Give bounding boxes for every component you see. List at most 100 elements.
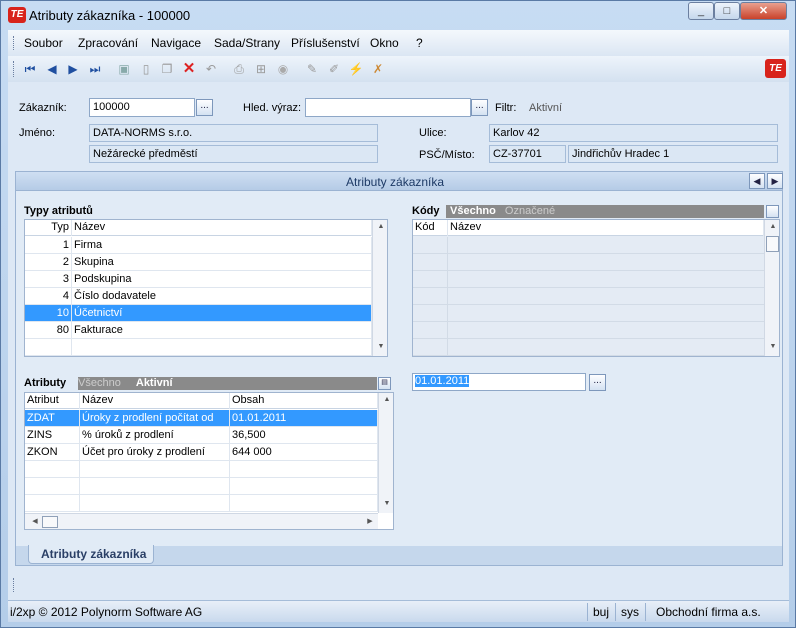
- types-scrollbar[interactable]: ▲ ▼: [372, 220, 387, 356]
- table-row[interactable]: 10 Účetnictví: [25, 305, 372, 322]
- print-icon[interactable]: ⎙: [231, 61, 247, 77]
- table-row[interactable]: ZINS% úroků z prodlení 36,500: [25, 427, 378, 444]
- table-row[interactable]: 4 Číslo dodavatele: [25, 288, 372, 305]
- table-row[interactable]: [25, 478, 378, 495]
- toolbar: ⏮ ◀ ▶ ⏭ ▣ ▯ ❐ ✕ ↶ ⎙ ⊞ ◉ ✎ ✐ ⚡ ✗ TE: [8, 56, 789, 82]
- scroll-up-icon[interactable]: ▲: [373, 220, 387, 234]
- status-separator: [615, 603, 616, 621]
- col-typ[interactable]: Typ: [25, 220, 72, 236]
- codes-scrollbar[interactable]: ▲ ▼: [764, 220, 779, 356]
- attributes-grid: Atribut Název Obsah ZDAT Úroky z prodlení…: [24, 392, 394, 530]
- codes-filter-all[interactable]: Všechno: [450, 205, 496, 217]
- last-record-icon[interactable]: ⏭: [87, 61, 103, 77]
- tree-icon[interactable]: ⊞: [253, 61, 269, 77]
- table-row[interactable]: [413, 339, 764, 356]
- maximize-button[interactable]: □: [714, 2, 740, 20]
- table-row[interactable]: 80 Fakturace: [25, 322, 372, 339]
- minimize-button[interactable]: _: [688, 2, 714, 20]
- menu-bar: Soubor Zpracování Navigace Sada/Strany P…: [8, 30, 789, 56]
- panel-next-icon[interactable]: ▶: [767, 173, 783, 189]
- customer-lookup-button[interactable]: ...: [196, 99, 213, 116]
- pen-icon[interactable]: ✐: [326, 61, 342, 77]
- clear-filter-icon[interactable]: ✗: [370, 61, 386, 77]
- date-value: 01.01.2011: [415, 375, 470, 387]
- cell-atribut: [25, 495, 80, 512]
- cell-nazev: Číslo dodavatele: [72, 288, 372, 305]
- table-row[interactable]: [413, 305, 764, 322]
- menu-zpracovani[interactable]: Zpracování: [78, 36, 138, 50]
- table-row[interactable]: ZKON Účet pro úroky z prodlení 644 000: [25, 444, 378, 461]
- table-row[interactable]: ZDAT Úroky z prodlení počítat od 01.01.201…: [25, 410, 378, 427]
- panel-prev-icon[interactable]: ◀: [749, 173, 765, 189]
- first-record-icon[interactable]: ⏮: [22, 61, 38, 77]
- date-picker-button[interactable]: ...: [589, 374, 606, 391]
- hscroll-thumb[interactable]: [42, 516, 58, 528]
- table-row[interactable]: [413, 237, 764, 254]
- status-bar: i/2xp © 2012 Polynorm Software AG buj sy…: [8, 600, 789, 622]
- brand-logo: TE: [765, 59, 786, 78]
- scroll-down-icon[interactable]: ▼: [373, 340, 387, 354]
- scroll-thumb[interactable]: [766, 236, 779, 252]
- date-input[interactable]: 01.01.2011: [412, 373, 586, 391]
- table-row[interactable]: [25, 461, 378, 478]
- table-row[interactable]: [413, 288, 764, 305]
- previous-record-icon[interactable]: ◀: [44, 61, 60, 77]
- street-field: Karlov 42: [489, 124, 778, 142]
- table-row[interactable]: 2 Skupina: [25, 254, 372, 271]
- filter-icon[interactable]: ⚡: [348, 61, 364, 77]
- scroll-right-icon[interactable]: ▶: [362, 515, 378, 529]
- col-kod[interactable]: Kód: [413, 220, 448, 236]
- save-icon[interactable]: ▣: [116, 61, 132, 77]
- disc-icon[interactable]: ◉: [275, 61, 291, 77]
- cell-nazev: Fakturace: [72, 322, 372, 339]
- close-button[interactable]: ✕: [740, 2, 787, 20]
- tab-label: Atributy zákazníka: [41, 547, 147, 561]
- copy-icon[interactable]: ❐: [159, 61, 175, 77]
- footer-grip: [13, 578, 16, 592]
- attributes-filter-active[interactable]: Aktivní: [136, 377, 173, 389]
- col-atribut[interactable]: Atribut: [25, 393, 80, 409]
- next-record-icon[interactable]: ▶: [65, 61, 81, 77]
- search-lookup-button[interactable]: ...: [471, 99, 488, 116]
- col-attr-nazev[interactable]: Název: [80, 393, 230, 409]
- edit-icon[interactable]: ✎: [304, 61, 320, 77]
- table-row[interactable]: [25, 339, 372, 356]
- table-row[interactable]: [413, 254, 764, 271]
- search-input[interactable]: [305, 98, 471, 117]
- table-row[interactable]: [413, 271, 764, 288]
- customer-input[interactable]: 100000: [89, 98, 195, 117]
- table-row[interactable]: 1 Firma: [25, 237, 372, 254]
- attributes-filter-all[interactable]: Všechno: [78, 377, 121, 389]
- menu-prislusenstvi[interactable]: Příslušenství: [291, 36, 360, 50]
- cell-kod: [413, 322, 448, 339]
- scroll-up-icon[interactable]: ▲: [379, 393, 393, 407]
- col-nazev[interactable]: Název: [72, 220, 372, 236]
- attributes-options-icon[interactable]: ▤: [378, 377, 391, 390]
- codes-options-icon[interactable]: [766, 205, 779, 218]
- tab-atributy[interactable]: Atributy zákazníka: [28, 545, 154, 564]
- cell-attr-nazev: [80, 478, 230, 495]
- scroll-down-icon[interactable]: ▼: [379, 497, 393, 511]
- table-row[interactable]: [25, 495, 378, 512]
- table-row[interactable]: 3 Podskupina: [25, 271, 372, 288]
- menu-help[interactable]: ?: [416, 36, 423, 50]
- attributes-vscroll[interactable]: ▲ ▼: [378, 393, 393, 513]
- delete-icon[interactable]: ✕: [181, 61, 197, 77]
- col-obsah[interactable]: Obsah: [230, 393, 378, 409]
- undo-icon[interactable]: ↶: [203, 61, 219, 77]
- cell-kod: [413, 288, 448, 305]
- scroll-up-icon[interactable]: ▲: [765, 220, 779, 234]
- menu-navigace[interactable]: Navigace: [151, 36, 201, 50]
- scroll-down-icon[interactable]: ▼: [765, 340, 779, 354]
- menu-sada-strany[interactable]: Sada/Strany: [214, 36, 280, 50]
- table-row[interactable]: [413, 322, 764, 339]
- attributes-hscroll[interactable]: ◀ ▶: [25, 513, 378, 529]
- new-document-icon[interactable]: ▯: [138, 61, 154, 77]
- cell-nazev: [72, 339, 372, 356]
- codes-filter-marked[interactable]: Označené: [505, 205, 555, 217]
- menu-soubor[interactable]: Soubor: [24, 36, 63, 50]
- menu-okno[interactable]: Okno: [370, 36, 399, 50]
- scroll-left-icon[interactable]: ◀: [27, 515, 43, 529]
- col-kod-nazev[interactable]: Název: [448, 220, 764, 236]
- cell-obsah: 36,500: [230, 427, 378, 444]
